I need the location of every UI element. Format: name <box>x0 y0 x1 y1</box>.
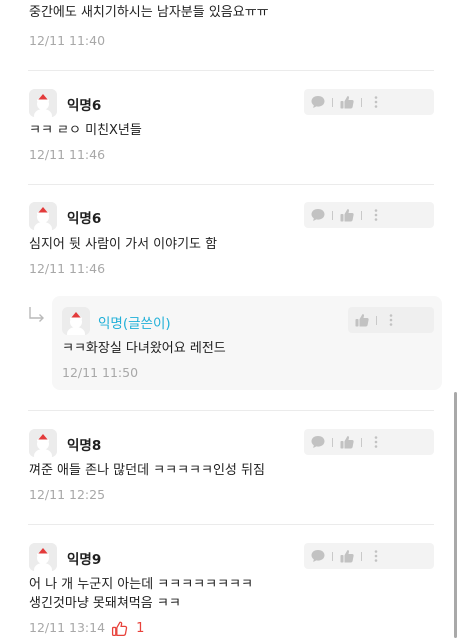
comment-author[interactable]: 익명6 <box>67 207 101 227</box>
comment-text: ㅋㅋ ㄹㅇ 미친X년들 <box>29 123 142 138</box>
more-button[interactable] <box>362 429 390 455</box>
comment-actions <box>304 202 434 228</box>
reply-button[interactable] <box>304 429 332 455</box>
comment-actions <box>304 429 434 455</box>
anonymous-avatar-icon <box>29 202 57 230</box>
like-button[interactable] <box>333 202 361 228</box>
comment-text: 껴준 애들 존나 많던데 ㅋㅋㅋㅋㅋ인성 뒤짐 <box>29 463 265 478</box>
anonymous-avatar-icon <box>29 89 57 117</box>
more-button[interactable] <box>362 543 390 569</box>
thumbs-up-icon <box>340 209 354 222</box>
vertical-dots-icon <box>374 209 378 221</box>
comment-author-op[interactable]: 익명(글쓴이) <box>98 312 171 332</box>
vertical-dots-icon <box>374 550 378 562</box>
comment-time: 12/11 11:50 <box>62 365 139 380</box>
like-button[interactable] <box>333 89 361 115</box>
speech-bubble-icon <box>311 550 325 562</box>
comment-text: 중간에도 새치기하시는 남자분들 있음요ㅠㅠ <box>29 5 269 20</box>
comment-divider <box>28 410 434 411</box>
thumbs-up-icon <box>355 314 369 327</box>
comment-author[interactable]: 익명6 <box>67 94 101 114</box>
comment-time: 12/11 11:46 <box>29 147 106 162</box>
comment-time: 12/11 13:14 <box>29 620 106 635</box>
thumbs-up-icon <box>340 436 354 449</box>
comment-author[interactable]: 익명8 <box>67 434 101 454</box>
comment-time: 12/11 11:46 <box>29 261 106 276</box>
more-button[interactable] <box>362 202 390 228</box>
comment-time: 12/11 12:25 <box>29 487 106 502</box>
anonymous-avatar-icon <box>29 543 57 571</box>
like-button[interactable] <box>333 429 361 455</box>
more-button[interactable] <box>377 307 405 333</box>
comment-divider <box>28 184 434 185</box>
comment-text-line: 어 나 개 누군지 아는데 ㅋㅋㅋㅋㅋㅋㅋㅋ <box>29 577 253 592</box>
vertical-dots-icon <box>389 314 393 326</box>
comment-divider <box>28 70 434 71</box>
reply-button[interactable] <box>304 202 332 228</box>
speech-bubble-icon <box>311 209 325 221</box>
comment-divider <box>28 524 434 525</box>
thumbs-up-icon <box>340 96 354 109</box>
speech-bubble-icon <box>311 436 325 448</box>
like-count-badge: 1 <box>111 618 144 637</box>
comment-text: ㅋㅋ화장실 다녀왔어요 레전드 <box>62 341 226 356</box>
comment-time: 12/11 11:40 <box>29 33 106 48</box>
comment-text-line: 생긴것마냥 못돼쳐먹음 ㅋㅋ <box>29 596 181 611</box>
comment-author[interactable]: 익명9 <box>67 548 101 568</box>
thumbs-up-icon <box>340 550 354 563</box>
more-button[interactable] <box>362 89 390 115</box>
reply-button[interactable] <box>304 543 332 569</box>
like-button[interactable] <box>333 543 361 569</box>
reply-button[interactable] <box>304 89 332 115</box>
comment-actions <box>304 543 434 569</box>
reply-arrow-icon <box>27 305 47 329</box>
vertical-dots-icon <box>374 96 378 108</box>
comment-text: 심지어 뒷 사람이 가서 이야기도 함 <box>29 237 218 252</box>
anonymous-avatar-icon <box>29 429 57 457</box>
vertical-dots-icon <box>374 436 378 448</box>
like-button[interactable] <box>348 307 376 333</box>
like-count: 1 <box>136 621 145 636</box>
thumbs-up-outline-icon <box>111 621 128 637</box>
scrollbar-thumb[interactable] <box>454 392 457 638</box>
comment-actions <box>304 89 434 115</box>
anonymous-avatar-icon <box>62 307 90 335</box>
reply-comment: 익명(글쓴이) ㅋㅋ화장실 다녀왔어요 레전드 12/11 11:50 <box>52 296 442 390</box>
comment-actions <box>348 307 434 333</box>
speech-bubble-icon <box>311 96 325 108</box>
